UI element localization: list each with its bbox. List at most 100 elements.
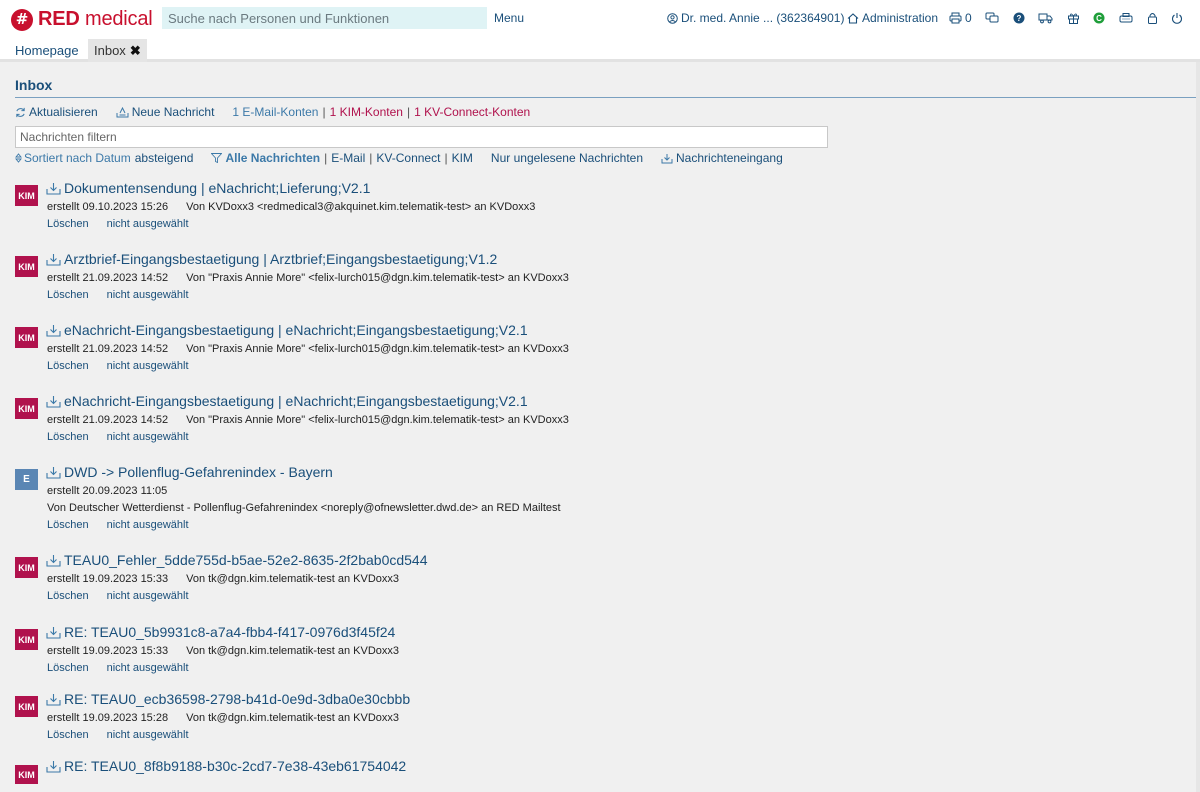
scrollbar[interactable]	[1196, 62, 1200, 792]
filter-kim[interactable]: KIM	[452, 151, 473, 165]
delete-link[interactable]: Löschen	[47, 218, 89, 230]
filter-email[interactable]: E-Mail	[331, 151, 365, 165]
inbox-tray-icon	[661, 153, 673, 164]
delete-link[interactable]: Löschen	[47, 729, 89, 741]
message-subject: Arztbrief-Eingangsbestaetigung | Arztbri…	[64, 251, 498, 267]
home-icon	[847, 12, 859, 24]
inbox-actions: Aktualisieren Neue Nachricht 1 E-Mail-Ko…	[15, 105, 530, 119]
download-tray-icon	[46, 253, 61, 266]
tab-bar: Homepage Inbox ✖	[0, 37, 1200, 62]
message-actions: Löschen nicht ausgewählt	[47, 289, 189, 301]
download-tray-icon	[46, 466, 61, 479]
message-subject: Dokumentensendung | eNachricht;Lieferung…	[64, 180, 371, 196]
message-actions: Löschen nicht ausgewählt	[47, 360, 189, 372]
message-created: erstellt 19.09.2023 15:33	[47, 573, 169, 585]
filter-all-messages[interactable]: Alle Nachrichten	[225, 151, 320, 165]
message-from: Von "Praxis Annie More" <felix-lurch015@…	[186, 414, 569, 426]
sort-control[interactable]: Sortiert nach Datum absteigend	[15, 151, 193, 165]
administration-link[interactable]: Administration	[847, 11, 938, 25]
message-title-link[interactable]: eNachricht-Eingangsbestaetigung | eNachr…	[46, 322, 528, 338]
card-reader-icon[interactable]	[1117, 9, 1135, 27]
delete-link[interactable]: Löschen	[47, 289, 89, 301]
separator: |	[444, 151, 448, 165]
download-tray-icon	[46, 324, 61, 337]
sort-icon	[15, 153, 22, 163]
message-meta: erstellt 09.10.2023 15:26 Von KVDoxx3 <re…	[47, 201, 535, 213]
sort-filter-row: Sortiert nach Datum absteigend Alle Nach…	[15, 151, 783, 165]
user-name: Dr. med. Annie ... (362364901)	[681, 11, 845, 25]
new-message-button[interactable]: Neue Nachricht	[116, 105, 214, 119]
message-title-link[interactable]: TEAU0_Fehler_5dde755d-b5ae-52e2-8635-2f2…	[46, 552, 428, 568]
hash-logo-icon: #	[11, 8, 33, 31]
message-title-link[interactable]: RE: TEAU0_ecb36598-2798-b41d-0e9d-3dba0e…	[46, 691, 410, 707]
kim-accounts-link[interactable]: 1 KIM-Konten	[330, 105, 403, 119]
download-tray-icon	[46, 395, 61, 408]
kv-connect-accounts-link[interactable]: 1 KV-Connect-Konten	[414, 105, 530, 119]
tab-homepage[interactable]: Homepage	[9, 39, 85, 62]
kim-badge: KIM	[15, 256, 38, 277]
truck-icon[interactable]	[1036, 9, 1054, 27]
print-queue[interactable]: 0	[946, 9, 972, 27]
refresh-icon	[15, 107, 26, 118]
assignment-link[interactable]: nicht ausgewählt	[107, 662, 189, 674]
chat-icon[interactable]	[983, 9, 1001, 27]
assignment-link[interactable]: nicht ausgewählt	[107, 218, 189, 230]
assignment-link[interactable]: nicht ausgewählt	[107, 431, 189, 443]
connection-status-icon[interactable]: C	[1090, 9, 1108, 27]
message-subject: RE: TEAU0_ecb36598-2798-b41d-0e9d-3dba0e…	[64, 691, 411, 707]
incoming-messages-link[interactable]: Nachrichteneingang	[661, 151, 783, 165]
email-accounts-link[interactable]: 1 E-Mail-Konten	[232, 105, 318, 119]
message-subject: eNachricht-Eingangsbestaetigung | eNachr…	[64, 393, 528, 409]
assignment-link[interactable]: nicht ausgewählt	[107, 360, 189, 372]
global-search-input[interactable]	[162, 7, 487, 29]
brand-logo[interactable]: # RED medical	[11, 8, 153, 31]
message-title-link[interactable]: RE: TEAU0_8f8b9188-b30c-2cd7-7e38-43eb61…	[46, 758, 406, 774]
power-icon[interactable]	[1168, 9, 1186, 27]
unread-only-link[interactable]: Nur ungelesene Nachrichten	[491, 151, 643, 165]
tab-inbox-label: Inbox	[94, 43, 126, 58]
message-from: Von KVDoxx3 <redmedical3@akquinet.kim.te…	[186, 201, 536, 213]
message-subject: RE: TEAU0_8f8b9188-b30c-2cd7-7e38-43eb61…	[64, 758, 407, 774]
message-subject: DWD -> Pollenflug-Gefahrenindex - Bayern	[64, 464, 333, 480]
delete-link[interactable]: Löschen	[47, 590, 89, 602]
email-badge: E	[15, 469, 38, 490]
type-filter: Alle Nachrichten | E-Mail | KV-Connect |…	[211, 151, 473, 165]
message-title-link[interactable]: Dokumentensendung | eNachricht;Lieferung…	[46, 180, 370, 196]
incoming-messages-label: Nachrichteneingang	[676, 151, 783, 165]
refresh-button[interactable]: Aktualisieren	[15, 105, 98, 119]
delete-link[interactable]: Löschen	[47, 519, 89, 531]
message-filter-input[interactable]	[15, 126, 828, 148]
assignment-link[interactable]: nicht ausgewählt	[107, 289, 189, 301]
assignment-link[interactable]: nicht ausgewählt	[107, 590, 189, 602]
message-title-link[interactable]: Arztbrief-Eingangsbestaetigung | Arztbri…	[46, 251, 497, 267]
download-tray-icon	[46, 182, 61, 195]
gift-icon[interactable]	[1064, 9, 1082, 27]
delete-link[interactable]: Löschen	[47, 662, 89, 674]
download-tray-icon	[46, 760, 61, 773]
tab-inbox[interactable]: Inbox ✖	[88, 39, 147, 62]
delete-link[interactable]: Löschen	[47, 431, 89, 443]
message-created: erstellt 20.09.2023 11:05	[47, 485, 168, 497]
message-title-link[interactable]: eNachricht-Eingangsbestaetigung | eNachr…	[46, 393, 528, 409]
menu-link[interactable]: Menu	[494, 11, 524, 25]
filter-kv-connect[interactable]: KV-Connect	[376, 151, 440, 165]
separator: |	[322, 105, 326, 119]
message-from: Von tk@dgn.kim.telematik-test an KVDoxx3	[186, 645, 400, 657]
delete-link[interactable]: Löschen	[47, 360, 89, 372]
assignment-link[interactable]: nicht ausgewählt	[107, 519, 189, 531]
help-icon[interactable]: ?	[1010, 9, 1028, 27]
message-meta: erstellt 19.09.2023 15:33 Von tk@dgn.kim.…	[47, 645, 399, 657]
message-created: erstellt 19.09.2023 15:33	[47, 645, 169, 657]
close-tab-icon[interactable]: ✖	[130, 43, 141, 59]
print-count: 0	[965, 11, 972, 25]
user-menu-link[interactable]: Dr. med. Annie ... (362364901)	[667, 11, 844, 25]
kim-badge: KIM	[15, 185, 38, 206]
message-from: Von "Praxis Annie More" <felix-lurch015@…	[186, 272, 569, 284]
message-from: Von "Praxis Annie More" <felix-lurch015@…	[186, 343, 569, 355]
message-from: Von tk@dgn.kim.telematik-test an KVDoxx3	[186, 573, 400, 585]
assignment-link[interactable]: nicht ausgewählt	[107, 729, 189, 741]
lock-icon[interactable]	[1143, 9, 1161, 27]
message-title-link[interactable]: DWD -> Pollenflug-Gefahrenindex - Bayern	[46, 464, 333, 480]
printer-icon	[946, 9, 964, 27]
message-title-link[interactable]: RE: TEAU0_5b9931c8-a7a4-fbb4-f417-0976d3…	[46, 624, 395, 640]
